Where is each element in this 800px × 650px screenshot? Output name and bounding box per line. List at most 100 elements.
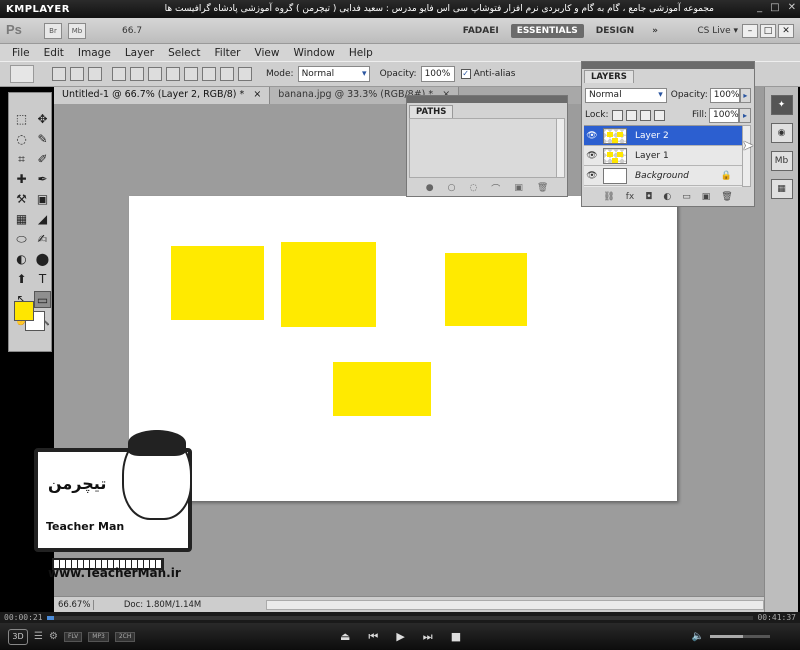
gradient-tool-icon[interactable]: ◢ xyxy=(34,211,51,228)
bridge-button[interactable]: Br xyxy=(44,22,62,39)
custom-shape-icon[interactable] xyxy=(238,67,252,81)
menu-image[interactable]: Image xyxy=(78,47,111,59)
rectangle-tool-icon[interactable]: ▭ xyxy=(34,291,51,308)
lock-pixels-icon[interactable] xyxy=(625,109,637,121)
layer-name[interactable]: Layer 2 xyxy=(635,131,669,141)
masks-panel-icon[interactable]: ◉ xyxy=(770,123,793,143)
minibridge-button[interactable]: Mb xyxy=(68,22,86,39)
3d-button[interactable]: 3D xyxy=(8,628,28,645)
ps-minimize-button[interactable]: – xyxy=(742,23,758,38)
lasso-tool-icon[interactable]: ◌ xyxy=(13,131,30,148)
line-shape-icon[interactable] xyxy=(220,67,234,81)
new-group-icon[interactable]: ▭ xyxy=(682,192,691,202)
make-work-path-icon[interactable]: ⌒ xyxy=(491,182,500,195)
healing-brush-icon[interactable]: ✚ xyxy=(13,171,30,188)
menu-file[interactable]: File xyxy=(12,47,30,59)
visibility-eye-icon[interactable]: 👁 xyxy=(584,131,600,141)
layer-name[interactable]: Layer 1 xyxy=(635,151,669,161)
delete-layer-icon[interactable]: 🗑 xyxy=(721,192,732,202)
clone-stamp-icon[interactable]: ⚒ xyxy=(13,191,30,208)
blur-tool-icon[interactable]: ⬭ xyxy=(13,231,30,248)
menu-edit[interactable]: Edit xyxy=(44,47,64,59)
yellow-rectangle[interactable] xyxy=(281,242,376,327)
type-tool-icon[interactable]: T xyxy=(34,271,51,288)
stop-icon[interactable]: ■ xyxy=(451,630,461,644)
eyedropper-tool-icon[interactable]: ✐ xyxy=(34,151,51,168)
maximize-button[interactable]: □ xyxy=(770,2,779,13)
link-layers-icon[interactable]: ⛓ xyxy=(603,192,614,202)
yellow-rectangle[interactable] xyxy=(333,362,431,416)
paths-list[interactable] xyxy=(409,118,557,178)
yellow-rectangle[interactable] xyxy=(445,253,527,326)
adjustments-panel-icon[interactable]: ✦ xyxy=(770,95,793,115)
zoom-level-select[interactable]: 66.7 xyxy=(122,26,162,36)
menu-filter[interactable]: Filter xyxy=(215,47,241,59)
menu-help[interactable]: Help xyxy=(349,47,373,59)
menu-layer[interactable]: Layer xyxy=(125,47,154,59)
path-selection-icon[interactable]: ⬆ xyxy=(13,271,30,288)
polygon-shape-icon[interactable] xyxy=(202,67,216,81)
rectangle-shape-icon[interactable] xyxy=(148,67,162,81)
workspace-design[interactable]: DESIGN xyxy=(590,24,640,38)
opacity-arrow-icon[interactable]: ▸ xyxy=(739,87,751,103)
panel-collapse-bar[interactable] xyxy=(582,62,754,69)
ellipse-shape-icon[interactable] xyxy=(184,67,198,81)
layer-row-background[interactable]: 👁 Background 🔒 xyxy=(584,166,742,186)
volume-slider[interactable] xyxy=(710,635,770,638)
lock-transparency-icon[interactable] xyxy=(611,109,623,121)
antialias-checkbox[interactable]: ✓ xyxy=(460,69,471,79)
move-tool-icon[interactable]: ✥ xyxy=(34,111,51,128)
workspace-more[interactable]: » xyxy=(646,24,664,38)
menu-window[interactable]: Window xyxy=(293,47,334,59)
new-layer-icon[interactable]: ▣ xyxy=(702,192,711,202)
eraser-tool-icon[interactable]: ▦ xyxy=(13,211,30,228)
rounded-rectangle-icon[interactable] xyxy=(166,67,180,81)
freeform-pen-icon[interactable] xyxy=(130,67,144,81)
layer-row-layer-2[interactable]: 👁 Layer 2 xyxy=(584,126,742,146)
layers-tab[interactable]: LAYERS xyxy=(584,70,634,83)
shape-layers-icon[interactable] xyxy=(52,67,66,81)
ps-restore-button[interactable]: □ xyxy=(760,23,776,38)
brush-tool-icon[interactable]: ✒ xyxy=(34,171,51,188)
seek-bar[interactable] xyxy=(46,615,754,620)
burn-tool-icon[interactable]: ⬤ xyxy=(34,251,51,268)
menu-view[interactable]: View xyxy=(255,47,280,59)
quick-selection-tool-icon[interactable]: ✎ xyxy=(34,131,51,148)
document-info[interactable]: Doc: 1.80M/1.14M xyxy=(124,600,254,610)
minimize-button[interactable]: _ xyxy=(757,2,762,13)
layers-scrollbar[interactable] xyxy=(742,125,751,187)
delete-path-icon[interactable]: 🗑 xyxy=(537,183,548,193)
lock-position-icon[interactable] xyxy=(639,109,651,121)
playlist-icon[interactable]: ☰ xyxy=(34,631,43,642)
layer-name[interactable]: Background xyxy=(635,171,689,181)
horizontal-scrollbar[interactable] xyxy=(265,599,764,610)
previous-icon[interactable]: ⏮ xyxy=(368,630,378,644)
marquee-tool-icon[interactable]: ⬚ xyxy=(13,111,30,128)
play-icon[interactable]: ▶ xyxy=(396,630,404,644)
settings-gear-icon[interactable]: ⚙ xyxy=(49,631,58,642)
blend-mode-select[interactable]: Normal xyxy=(585,87,667,103)
layer-style-icon[interactable]: fx xyxy=(626,192,635,202)
paths-tab[interactable]: PATHS xyxy=(409,105,454,118)
workspace-essentials[interactable]: ESSENTIALS xyxy=(510,23,584,38)
paths-mode-icon[interactable] xyxy=(70,67,84,81)
mode-select[interactable]: Normal xyxy=(297,66,370,82)
ps-close-button[interactable]: ✕ xyxy=(778,23,794,38)
fill-arrow-icon[interactable]: ▸ xyxy=(739,107,751,123)
visibility-eye-icon[interactable]: 👁 xyxy=(584,171,600,181)
foreground-color-swatch[interactable] xyxy=(14,301,34,321)
workspace-fadaei[interactable]: FADAEI xyxy=(457,24,505,38)
cs-live-button[interactable]: CS Live ▾ xyxy=(697,26,738,36)
panel-collapse-bar[interactable] xyxy=(407,96,567,103)
dodge-tool-icon[interactable]: ✍ xyxy=(34,231,51,248)
eject-icon[interactable]: ⏏ xyxy=(340,630,350,644)
next-icon[interactable]: ⏭ xyxy=(423,630,433,644)
minibridge-panel-icon[interactable]: Mb xyxy=(770,151,793,171)
layer-opacity-input[interactable]: 100% xyxy=(709,87,740,103)
pen-tool-icon[interactable] xyxy=(112,67,126,81)
new-path-icon[interactable]: ▣ xyxy=(514,183,523,193)
visibility-eye-icon[interactable]: 👁 xyxy=(584,151,600,161)
fill-path-icon[interactable]: ● xyxy=(426,183,434,193)
paths-scrollbar[interactable] xyxy=(556,118,565,178)
opacity-input[interactable]: 100% xyxy=(420,66,455,82)
